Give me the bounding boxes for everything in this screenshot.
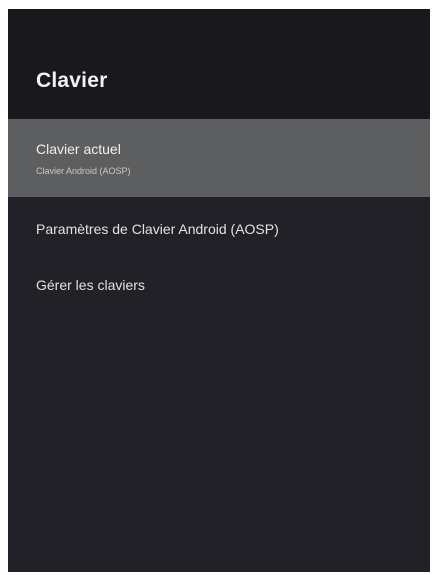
manage-keyboards-label: Gérer les claviers bbox=[36, 277, 145, 293]
current-keyboard-label: Clavier actuel bbox=[36, 141, 121, 157]
aosp-keyboard-settings-item[interactable]: Paramètres de Clavier Android (AOSP) bbox=[8, 197, 430, 253]
settings-screen: Clavier Clavier actuel Clavier Android (… bbox=[8, 9, 430, 572]
current-keyboard-value: Clavier Android (AOSP) bbox=[36, 166, 131, 176]
current-keyboard-item[interactable]: Clavier actuel Clavier Android (AOSP) bbox=[8, 119, 430, 197]
settings-header: Clavier bbox=[8, 9, 430, 119]
manage-keyboards-item[interactable]: Gérer les claviers bbox=[8, 253, 430, 309]
page-title: Clavier bbox=[36, 69, 108, 92]
settings-list: Clavier actuel Clavier Android (AOSP) Pa… bbox=[8, 119, 430, 309]
aosp-keyboard-settings-label: Paramètres de Clavier Android (AOSP) bbox=[36, 221, 279, 237]
